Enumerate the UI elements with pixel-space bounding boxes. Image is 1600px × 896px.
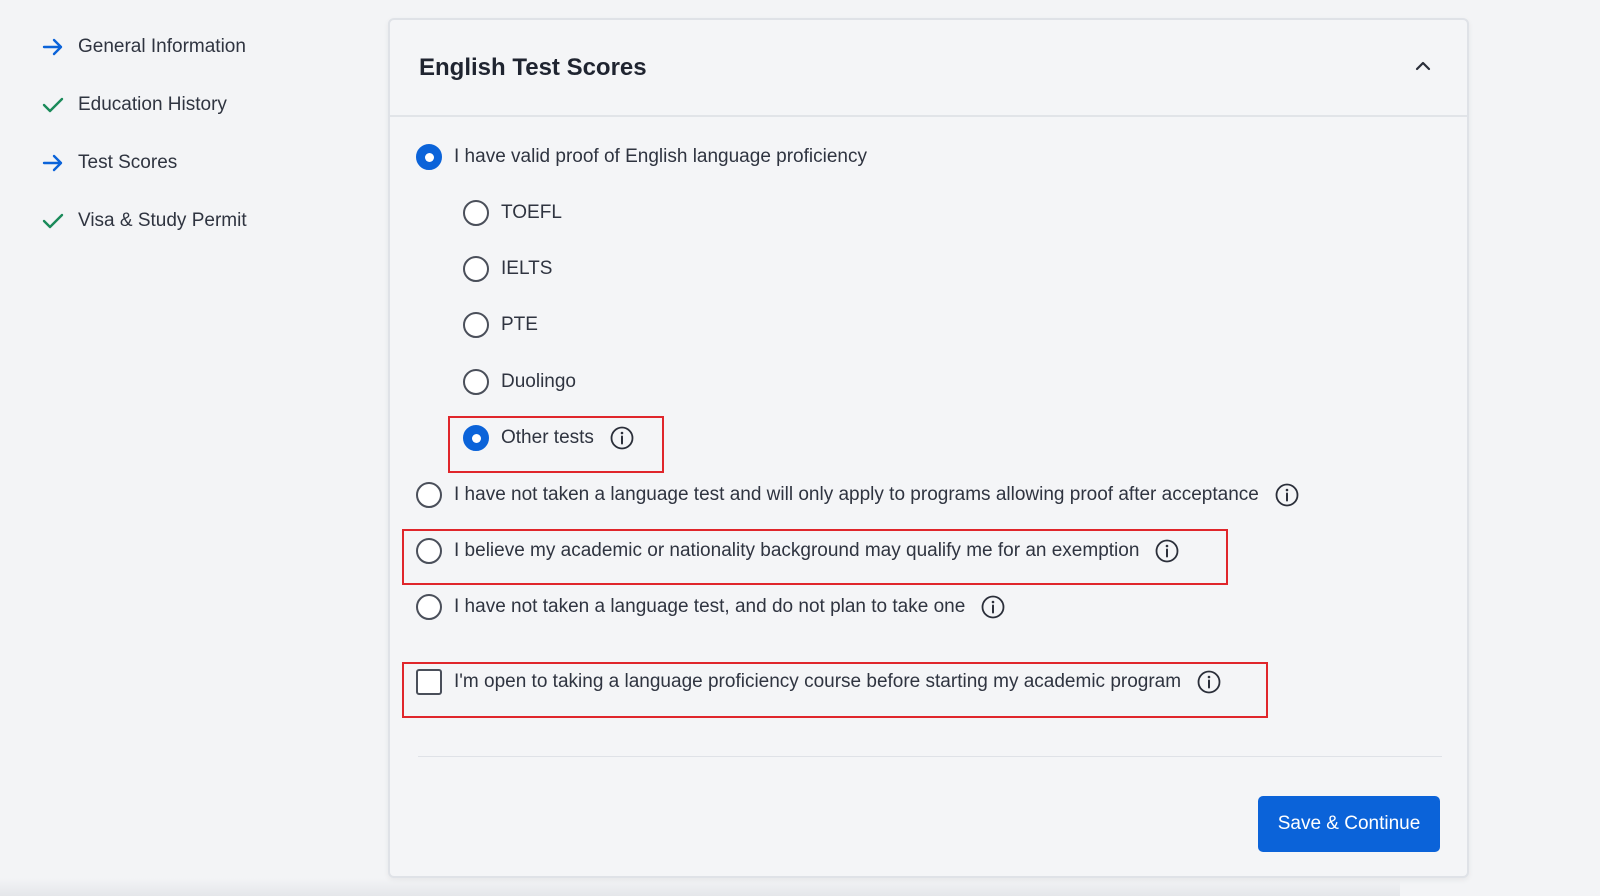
option-toefl[interactable]: TOEFL <box>463 200 562 226</box>
option-no-plan[interactable]: I have not taken a language test, and do… <box>416 594 1005 620</box>
chevron-up-icon[interactable] <box>1411 54 1435 78</box>
sidebar-item-test-scores[interactable]: Test Scores <box>40 146 340 180</box>
option-label: Duolingo <box>501 371 576 392</box>
option-open-course[interactable]: I'm open to taking a language proficienc… <box>416 669 1221 695</box>
save-continue-button[interactable]: Save & Continue <box>1258 796 1440 852</box>
sidebar-item-general-information[interactable]: General Information <box>40 30 340 64</box>
option-label: I'm open to taking a language proficienc… <box>454 671 1182 692</box>
info-icon[interactable] <box>610 426 634 450</box>
option-not-taken-proof-after[interactable]: I have not taken a language test and wil… <box>416 482 1299 508</box>
checkmark-icon <box>40 208 66 234</box>
sidebar-item-label: Education History <box>78 94 227 115</box>
info-icon[interactable] <box>981 595 1005 619</box>
sidebar-item-label: Test Scores <box>78 152 178 173</box>
info-icon[interactable] <box>1197 670 1221 694</box>
divider <box>418 756 1442 757</box>
english-test-scores-card: English Test Scores I have valid proof o… <box>388 18 1469 878</box>
arrow-right-icon <box>40 34 66 60</box>
option-pte[interactable]: PTE <box>463 312 538 338</box>
radio-toefl[interactable] <box>463 200 489 226</box>
info-icon[interactable] <box>1155 539 1179 563</box>
sidebar-item-visa-study-permit[interactable]: Visa & Study Permit <box>40 204 340 238</box>
option-label: I have valid proof of English language p… <box>454 146 867 167</box>
card-header: English Test Scores <box>390 20 1467 117</box>
page: General Information Education History Te… <box>0 0 1600 896</box>
radio-duolingo[interactable] <box>463 369 489 395</box>
sidebar-nav: General Information Education History Te… <box>40 30 340 262</box>
option-ielts[interactable]: IELTS <box>463 256 552 282</box>
option-other-tests[interactable]: Other tests <box>463 425 634 451</box>
option-label: I believe my academic or nationality bac… <box>454 540 1140 561</box>
option-label: I have not taken a language test and wil… <box>454 484 1259 505</box>
option-valid-proof[interactable]: I have valid proof of English language p… <box>416 144 867 170</box>
option-duolingo[interactable]: Duolingo <box>463 369 576 395</box>
info-icon[interactable] <box>1275 483 1299 507</box>
checkmark-icon <box>40 92 66 118</box>
option-label: TOEFL <box>501 202 562 223</box>
radio-no-plan[interactable] <box>416 594 442 620</box>
radio-exemption[interactable] <box>416 538 442 564</box>
radio-ielts[interactable] <box>463 256 489 282</box>
option-exemption[interactable]: I believe my academic or nationality bac… <box>416 538 1179 564</box>
card-title: English Test Scores <box>419 54 647 81</box>
option-label: IELTS <box>501 258 553 279</box>
radio-valid-proof[interactable] <box>416 144 442 170</box>
sidebar-item-label: General Information <box>78 36 246 57</box>
radio-pte[interactable] <box>463 312 489 338</box>
radio-other-tests[interactable] <box>463 425 489 451</box>
option-label: PTE <box>501 314 538 335</box>
option-label: I have not taken a language test, and do… <box>454 596 966 617</box>
sidebar-item-label: Visa & Study Permit <box>78 210 247 231</box>
sidebar-item-education-history[interactable]: Education History <box>40 88 340 122</box>
radio-not-taken-proof-after[interactable] <box>416 482 442 508</box>
option-label: Other tests <box>501 427 594 448</box>
checkbox-open-course[interactable] <box>416 669 442 695</box>
arrow-right-icon <box>40 150 66 176</box>
bottom-shadow <box>0 878 1400 896</box>
